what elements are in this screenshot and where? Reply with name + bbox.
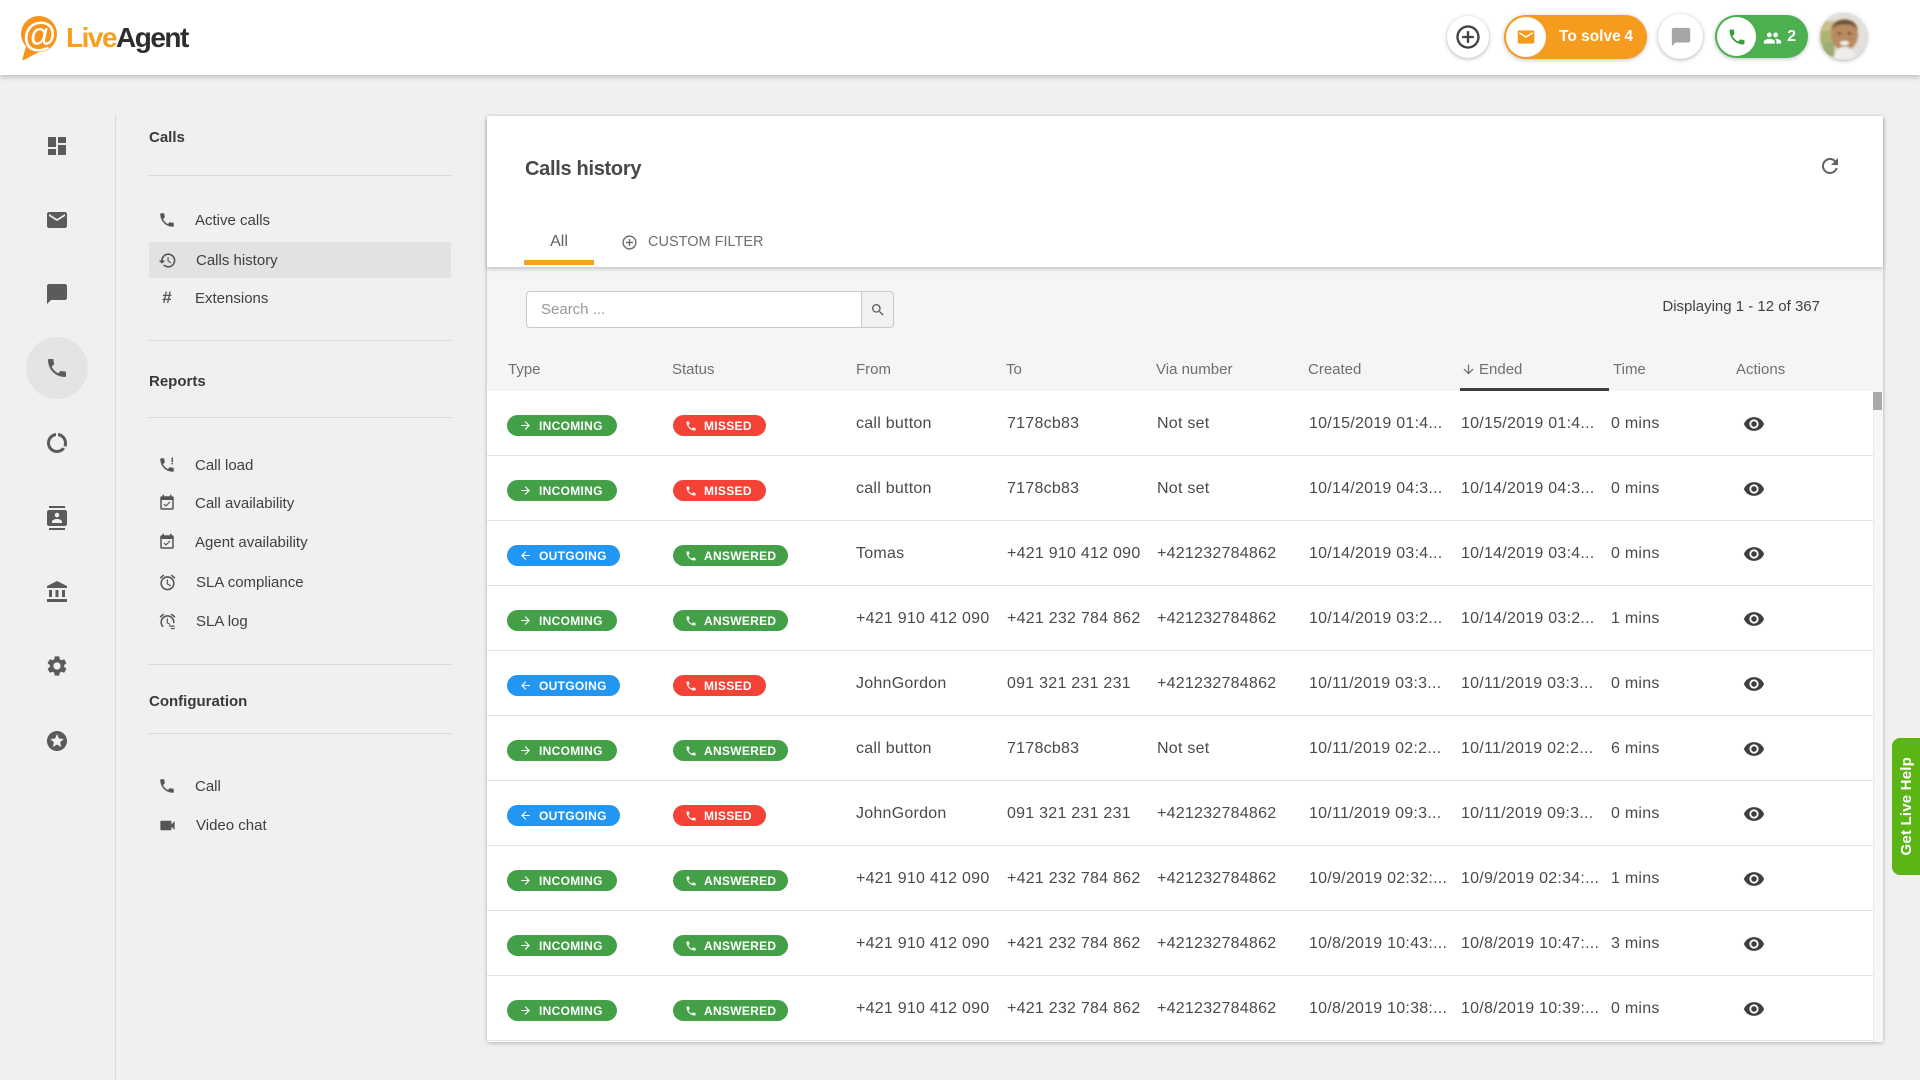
svg-text:@: @ [23, 16, 56, 54]
